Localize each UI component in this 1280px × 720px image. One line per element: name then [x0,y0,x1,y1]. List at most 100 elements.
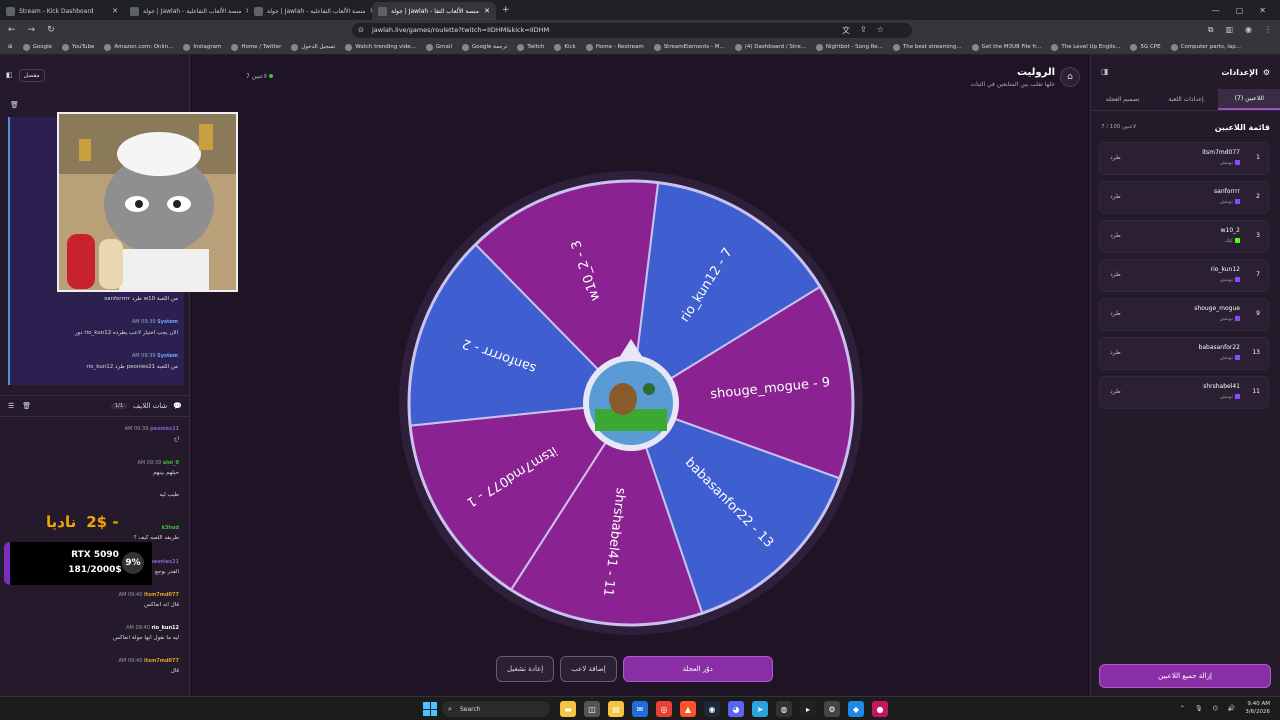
forward-icon[interactable]: → [28,25,36,35]
player-row: 11 shrshabel41 تويتش طرد [1099,376,1269,409]
roulette-wheel[interactable]: rio_kun12 - 7 shouge_mogue - 9 babasanfor2… [399,171,863,635]
wheel-svg[interactable]: rio_kun12 - 7shouge_mogue - 9babasanfor2… [399,171,863,635]
site-info-icon[interactable]: ⊙ [358,26,364,34]
bookmark-item[interactable]: Twitch [517,43,544,51]
home-button[interactable]: ⌂ [1060,67,1080,87]
chrome-icon[interactable]: ◎ [656,701,672,717]
address-bar[interactable]: ⊙ jawlah.live/games/roulette?twitch=IIDH… [352,22,912,38]
chat-settings-icon[interactable]: ☰ [8,402,14,410]
message-time: AM 09:39 [124,426,149,432]
bookmark-label: Gmail [435,44,452,50]
bookmark-label: YouTube [72,44,95,50]
kick-player-button[interactable]: طرد [1110,271,1121,278]
new-tab-button[interactable]: + [496,5,516,15]
taskbar-search[interactable]: ⌕ Search [442,701,550,717]
bookmark-favicon [1170,43,1178,51]
browser-tab[interactable]: Stream - Kick Dashboard ✕ [0,2,124,20]
bookmark-item[interactable]: تسجيل الدخول [291,43,335,51]
chat-message: AM 09:39 peonies21 اخ [9,424,179,444]
chat-title: شات اللايف [133,402,168,410]
bookmark-item[interactable]: Home / Twitter [231,43,281,51]
bookmark-item[interactable]: Watch trending vide... [345,43,416,51]
settings-tab[interactable]: اللاعبين (7) [1217,89,1280,110]
kick-player-button[interactable]: طرد [1110,232,1121,239]
kick-player-button[interactable]: طرد [1110,349,1121,356]
start-icon[interactable] [423,702,437,716]
spin-button[interactable]: دوّر العجلة [622,656,773,682]
reload-icon[interactable]: ↻ [47,25,55,35]
bookmark-item[interactable]: YouTube [62,43,95,51]
bookmark-item[interactable]: Google [22,43,52,51]
back-icon[interactable]: ← [8,25,16,35]
bookmark-item[interactable]: Gmail [425,43,452,51]
kick-player-button[interactable]: طرد [1110,193,1121,200]
profile-icon[interactable]: ◉ [1245,25,1252,35]
restart-button[interactable]: إعادة تشغيل [496,656,555,682]
mail-icon[interactable]: ✉ [632,701,648,717]
mic-icon[interactable]: 🎙 [1195,705,1203,712]
settings-tab[interactable]: تصميم العجلة [1091,89,1154,110]
bookmark-item[interactable]: The Level Up Englis... [1051,43,1120,51]
bookmark-item[interactable]: Instagram [183,43,221,51]
steam-icon[interactable]: ◉ [704,701,720,717]
app-icon[interactable]: ● [872,701,888,717]
telegram-icon[interactable]: ➤ [752,701,768,717]
chat-trash-icon[interactable]: 🗑 [22,402,31,410]
close-window-icon[interactable]: ✕ [1259,6,1266,15]
add-player-button[interactable]: إضافة لاعب [560,656,617,682]
message-user: aloi_0 [162,460,179,466]
extensions-icon[interactable]: ⧉ [1208,25,1214,35]
translate-icon[interactable]: 文 [842,25,850,36]
bookmark-item[interactable]: StreamElements - M... [653,43,725,51]
file-explorer-icon[interactable]: ▬ [560,701,576,717]
brave-icon[interactable]: ▲ [680,701,696,717]
collapse-settings-icon[interactable]: ◨ [1101,67,1109,76]
bookmark-item[interactable]: Home - Restream [585,43,644,51]
bookmark-item[interactable]: Google ترجمة [461,43,507,51]
terminal-icon[interactable]: ▸ [800,701,816,717]
browser-tab[interactable]: جولة | Jawlah - منصة الألعاب التفاعلية✕ [248,2,372,20]
maximize-icon[interactable]: ▢ [1236,6,1244,15]
bookmark-item[interactable]: 5G CPE [1130,43,1161,51]
volume-icon[interactable]: 🔊 [1228,705,1235,712]
collapse-panel-icon[interactable]: ◧ [6,71,13,79]
network-icon[interactable]: ⌬ [1213,705,1218,712]
bookmark-favicon [104,43,112,51]
bookmark-item[interactable]: The best streaming... [892,43,962,51]
widgets-icon[interactable]: ◫ [584,701,600,717]
settings-tab[interactable]: إعدادات اللعبة [1154,89,1217,110]
bookmark-item[interactable]: Kick [554,43,576,51]
minimize-icon[interactable]: — [1212,6,1220,15]
bookmark-item[interactable]: Nightbot - Song Re... [815,43,883,51]
browser-tab[interactable]: جولة | Jawlah - منصة الألعاب التفاعلية✕ [124,2,248,20]
kick-player-button[interactable]: طرد [1110,310,1121,317]
clock[interactable]: 9:40 AM 3/6/2026 [1245,700,1270,716]
message-user: itsm7md077 [144,592,179,598]
menu-icon[interactable]: ⋮ [1264,25,1272,35]
sidebar-icon[interactable]: ▥ [1225,25,1233,35]
clear-all-players-button[interactable]: إزالة جميع اللاعبين [1099,664,1271,688]
streamlabs-icon[interactable]: ◆ [848,701,864,717]
browser-tab[interactable]: جولة | Jawlah - منصة الألعاب التفا ✕ [372,2,496,20]
message-user: itsm7md077 [144,658,179,664]
bookmark-item[interactable]: (4) Dashboard / Stre... [734,43,806,51]
tray-chevron-icon[interactable]: ⌃ [1180,705,1185,712]
bookmark-item[interactable]: Computer parts, lap... [1170,43,1241,51]
platform-label: تويتش [1219,355,1233,361]
discord-icon[interactable]: ◕ [728,701,744,717]
folder-icon[interactable]: ▤ [608,701,624,717]
bookmark-star-icon[interactable]: ☆ [877,25,884,36]
trash-icon[interactable]: 🗑 [10,101,19,109]
detail-button[interactable]: مفصل [18,68,45,82]
kick-player-button[interactable]: طرد [1110,154,1121,161]
tab-close-icon[interactable]: ✕ [484,7,490,15]
apps-icon[interactable]: ⊞ [8,44,13,50]
settings-icon[interactable]: ⚙ [824,701,840,717]
share-icon[interactable]: ⇪ [860,25,867,36]
bookmark-item[interactable]: Amazon.com: Onlin... [104,43,173,51]
chat-message: AM 09:40 itsm7md077 قال [9,656,179,676]
obs-icon[interactable]: ◍ [776,701,792,717]
kick-player-button[interactable]: طرد [1110,388,1121,395]
bookmark-item[interactable]: Get the M3U8 File fr... [971,43,1041,51]
tab-close-icon[interactable]: ✕ [112,7,118,15]
